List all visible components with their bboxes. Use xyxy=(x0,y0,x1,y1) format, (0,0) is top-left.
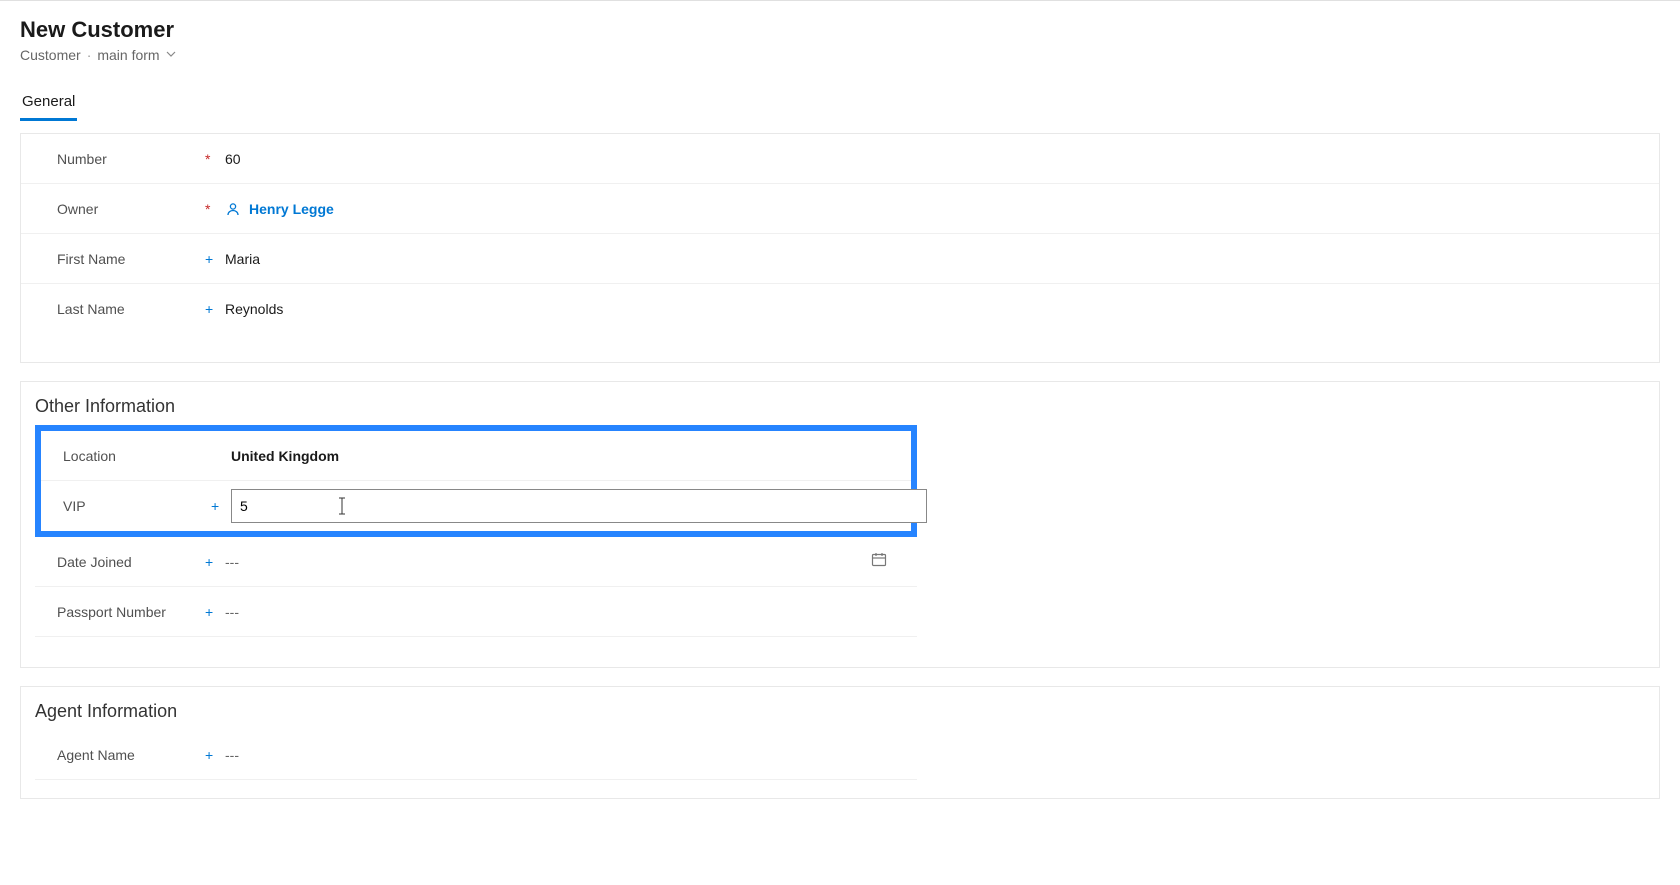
field-row-number: Number * 60 xyxy=(21,134,1659,184)
vip-input-container xyxy=(229,489,931,523)
chevron-down-icon[interactable] xyxy=(166,49,176,62)
recommended-indicator: + xyxy=(211,498,229,514)
section-title-other: Other Information xyxy=(21,382,1659,425)
field-row-date-joined: Date Joined + --- xyxy=(35,537,917,587)
section-other-information: Other Information Location United Kingdo… xyxy=(20,381,1660,668)
location-value[interactable]: United Kingdom xyxy=(229,448,907,464)
owner-name: Henry Legge xyxy=(249,201,334,217)
recommended-indicator: + xyxy=(205,251,223,267)
recommended-indicator: + xyxy=(205,604,223,620)
field-row-passport: Passport Number + --- xyxy=(35,587,917,637)
owner-lookup[interactable]: Henry Legge xyxy=(225,201,1639,217)
date-joined-label: Date Joined xyxy=(57,554,205,570)
form-header: New Customer Customer · main form xyxy=(0,1,1680,73)
first-name-value[interactable]: Maria xyxy=(223,251,1639,267)
field-row-vip: VIP + xyxy=(41,481,911,531)
page-title: New Customer xyxy=(20,17,1660,43)
field-row-owner: Owner * Henry Legge xyxy=(21,184,1659,234)
page-container: New Customer Customer · main form Genera… xyxy=(0,0,1680,799)
tabs: General xyxy=(0,87,1680,121)
field-row-location: Location United Kingdom xyxy=(41,431,911,481)
owner-label: Owner xyxy=(57,201,205,217)
person-icon xyxy=(225,201,241,217)
first-name-label: First Name xyxy=(57,251,205,267)
vip-input[interactable] xyxy=(231,489,927,523)
breadcrumb-separator: · xyxy=(87,47,92,63)
agent-name-label: Agent Name xyxy=(57,747,205,763)
number-value[interactable]: 60 xyxy=(223,151,1639,167)
owner-value-container[interactable]: Henry Legge xyxy=(223,201,1639,217)
passport-value[interactable]: --- xyxy=(223,604,913,620)
date-joined-value[interactable]: --- xyxy=(223,554,913,570)
field-row-last-name: Last Name + Reynolds xyxy=(21,284,1659,334)
passport-label: Passport Number xyxy=(57,604,205,620)
breadcrumb-entity: Customer xyxy=(20,47,81,63)
agent-name-value[interactable]: --- xyxy=(223,747,913,763)
recommended-indicator: + xyxy=(205,747,223,763)
last-name-label: Last Name xyxy=(57,301,205,317)
recommended-indicator: + xyxy=(205,554,223,570)
section-other-information-wrapper: Other Information Location United Kingdo… xyxy=(20,381,1660,668)
section-title-agent: Agent Information xyxy=(21,687,1659,730)
number-label: Number xyxy=(57,151,205,167)
section-agent-information-wrapper: Agent Information Agent Name + --- xyxy=(20,686,1660,799)
section-general: Number * 60 Owner * Henry Legge xyxy=(20,133,1660,363)
recommended-indicator: + xyxy=(205,301,223,317)
required-indicator: * xyxy=(205,201,223,217)
required-indicator: * xyxy=(205,151,223,167)
field-row-first-name: First Name + Maria xyxy=(21,234,1659,284)
last-name-value[interactable]: Reynolds xyxy=(223,301,1639,317)
section-spacer xyxy=(35,637,917,667)
section-agent-information: Agent Information Agent Name + --- xyxy=(20,686,1660,799)
field-row-agent-name: Agent Name + --- xyxy=(35,730,917,780)
vip-label: VIP xyxy=(63,498,211,514)
breadcrumb-form: main form xyxy=(97,47,159,63)
breadcrumb[interactable]: Customer · main form xyxy=(20,47,1660,63)
tab-general[interactable]: General xyxy=(20,87,77,121)
calendar-icon[interactable] xyxy=(871,551,887,572)
highlight-annotation: Location United Kingdom VIP + xyxy=(35,425,917,537)
location-label: Location xyxy=(63,448,211,464)
indicator-spacer xyxy=(211,448,229,464)
